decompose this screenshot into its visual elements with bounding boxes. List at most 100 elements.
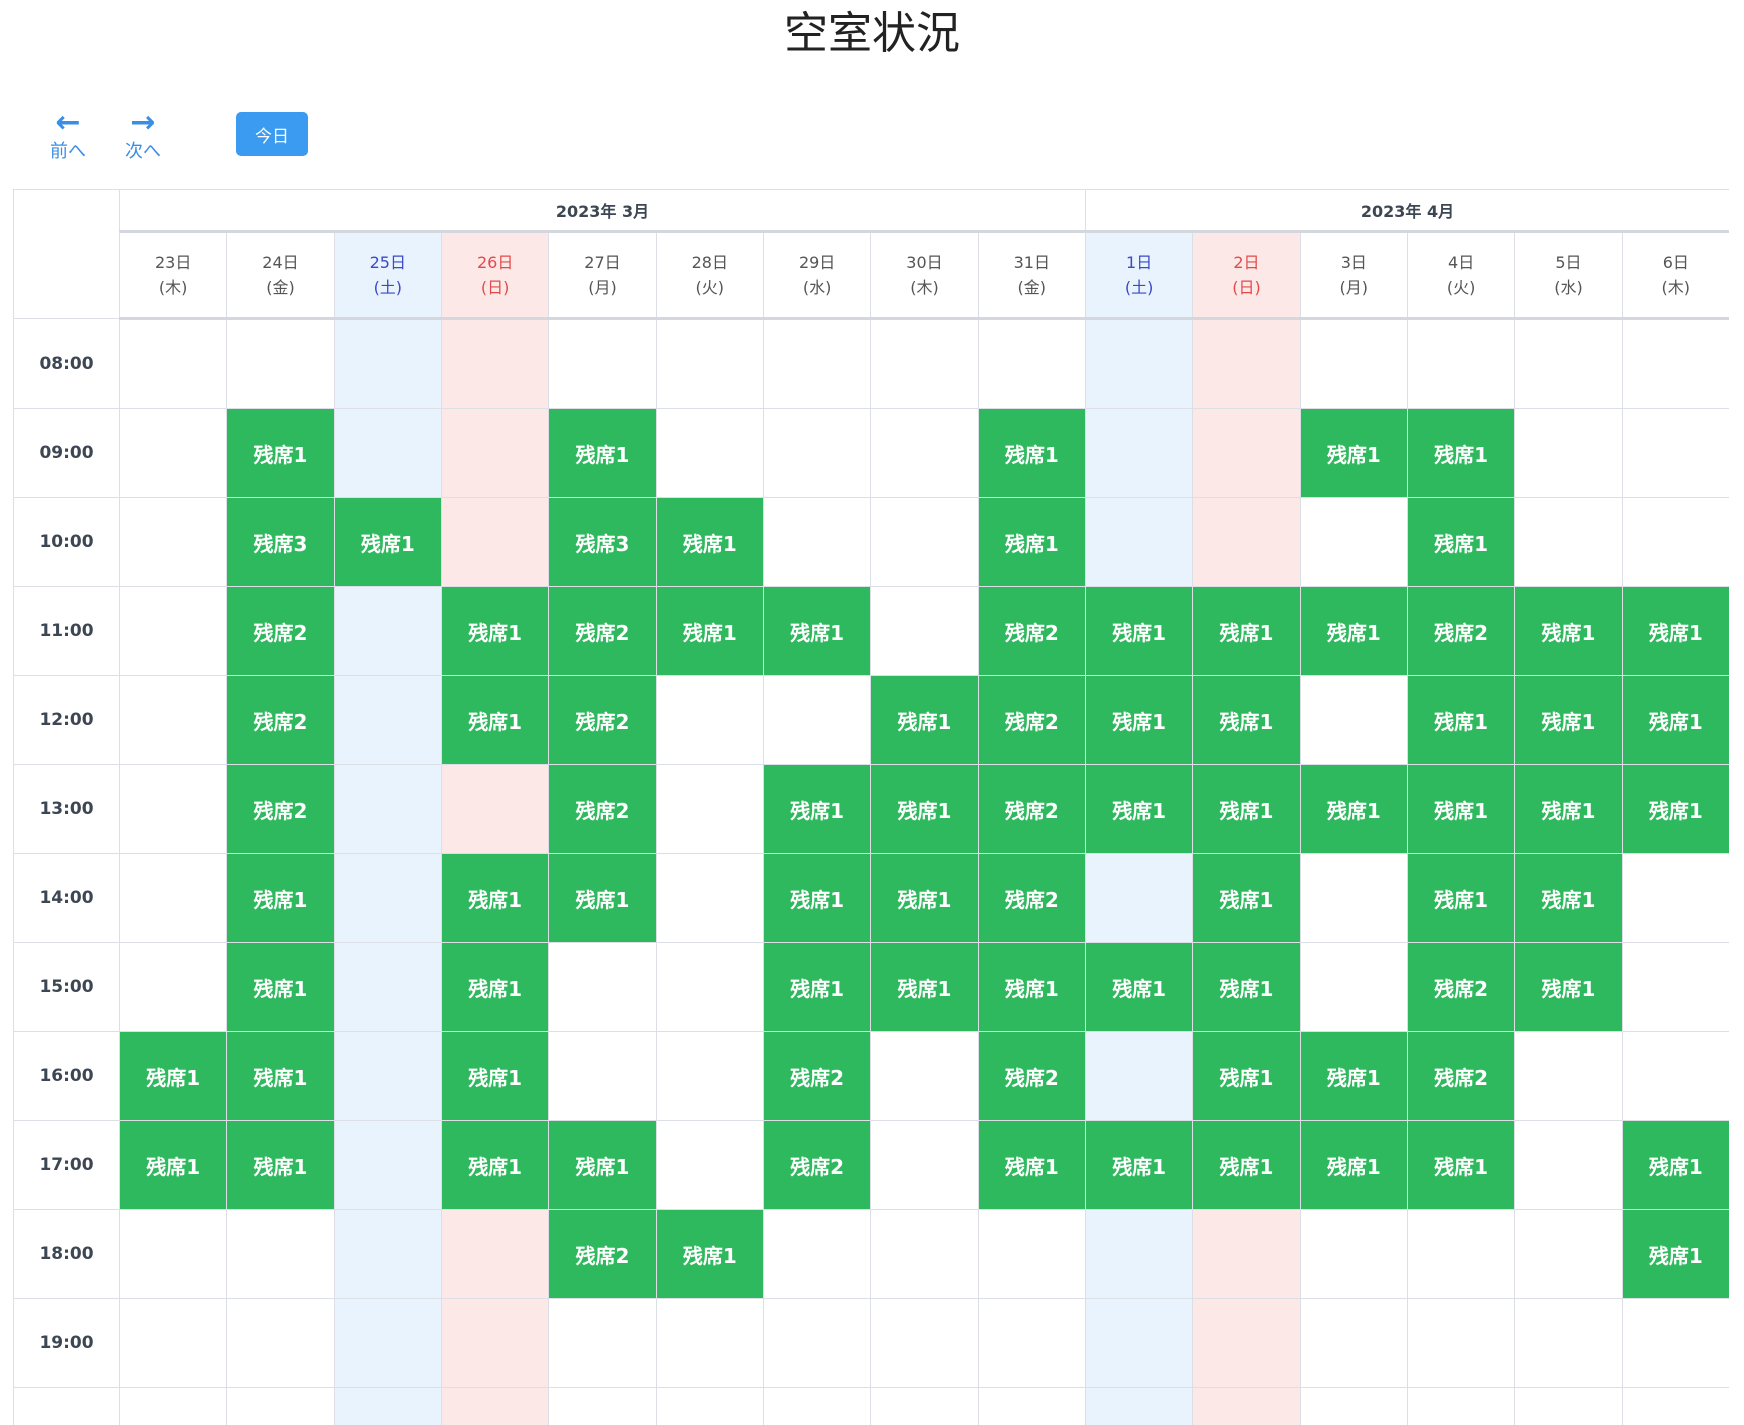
available-slot[interactable]: 残席1 xyxy=(1406,497,1516,587)
available-slot[interactable]: 残席1 xyxy=(1621,586,1729,676)
available-slot[interactable]: 残席2 xyxy=(548,764,657,854)
empty-slot xyxy=(1299,1387,1408,1425)
available-slot[interactable]: 残席1 xyxy=(226,1120,335,1210)
available-slot[interactable]: 残席1 xyxy=(548,853,657,943)
available-slot[interactable]: 残席1 xyxy=(1192,1120,1301,1210)
available-slot[interactable]: 残席1 xyxy=(762,942,872,1032)
available-slot[interactable]: 残席1 xyxy=(118,1031,228,1121)
available-slot[interactable]: 残席1 xyxy=(1514,764,1623,854)
available-slot[interactable]: 残席1 xyxy=(1621,764,1729,854)
empty-slot xyxy=(655,1298,764,1388)
available-slot[interactable]: 残席1 xyxy=(1192,586,1301,676)
available-slot[interactable]: 残席1 xyxy=(226,853,335,943)
time-row xyxy=(13,1387,1729,1425)
available-slot[interactable]: 残席2 xyxy=(548,675,657,765)
empty-slot xyxy=(440,764,550,854)
available-slot[interactable]: 残席1 xyxy=(977,942,1086,1032)
available-slot[interactable]: 残席3 xyxy=(548,497,657,587)
available-slot[interactable]: 残席1 xyxy=(1192,675,1301,765)
available-slot[interactable]: 残席1 xyxy=(1299,1120,1408,1210)
time-label: 09:00 xyxy=(13,408,120,498)
available-slot[interactable]: 残席1 xyxy=(1406,675,1516,765)
available-slot[interactable]: 残席2 xyxy=(1406,586,1516,676)
available-slot[interactable]: 残席1 xyxy=(226,408,335,498)
available-slot[interactable]: 残席1 xyxy=(1514,853,1623,943)
available-slot[interactable]: 残席1 xyxy=(440,1120,550,1210)
available-slot[interactable]: 残席1 xyxy=(1299,408,1408,498)
available-slot[interactable]: 残席1 xyxy=(226,1031,335,1121)
available-slot[interactable]: 残席2 xyxy=(977,675,1086,765)
available-slot[interactable]: 残席1 xyxy=(1406,1120,1516,1210)
prev-button[interactable]: ← 前へ xyxy=(40,108,96,164)
available-slot[interactable]: 残席1 xyxy=(1621,1120,1729,1210)
available-slot[interactable]: 残席1 xyxy=(870,675,979,765)
available-slot[interactable]: 残席1 xyxy=(548,408,657,498)
available-slot[interactable]: 残席2 xyxy=(226,586,335,676)
available-slot[interactable]: 残席1 xyxy=(226,942,335,1032)
available-slot[interactable]: 残席1 xyxy=(1084,675,1194,765)
available-slot[interactable]: 残席1 xyxy=(1621,1209,1729,1299)
available-slot[interactable]: 残席1 xyxy=(762,853,872,943)
available-slot[interactable]: 残席1 xyxy=(762,764,872,854)
available-slot[interactable]: 残席1 xyxy=(1192,853,1301,943)
available-slot[interactable]: 残席1 xyxy=(440,853,550,943)
available-slot[interactable]: 残席1 xyxy=(1084,764,1194,854)
available-slot[interactable]: 残席1 xyxy=(1299,586,1408,676)
available-slot[interactable]: 残席1 xyxy=(1299,764,1408,854)
available-slot[interactable]: 残席2 xyxy=(226,764,335,854)
empty-slot xyxy=(1514,1298,1623,1388)
available-slot[interactable]: 残席2 xyxy=(977,764,1086,854)
available-slot[interactable]: 残席1 xyxy=(977,497,1086,587)
available-slot[interactable]: 残席1 xyxy=(440,942,550,1032)
available-slot[interactable]: 残席1 xyxy=(870,853,979,943)
available-slot[interactable]: 残席2 xyxy=(226,675,335,765)
empty-slot xyxy=(762,1298,872,1388)
available-slot[interactable]: 残席1 xyxy=(118,1120,228,1210)
available-slot[interactable]: 残席2 xyxy=(977,853,1086,943)
available-slot[interactable]: 残席1 xyxy=(1299,1031,1408,1121)
today-button[interactable]: 今日 xyxy=(236,112,308,156)
available-slot[interactable]: 残席2 xyxy=(762,1120,872,1210)
day-number: 2日 xyxy=(1233,253,1260,272)
available-slot[interactable]: 残席1 xyxy=(1514,942,1623,1032)
day-number: 3日 xyxy=(1340,253,1367,272)
available-slot[interactable]: 残席1 xyxy=(1084,1120,1194,1210)
available-slot[interactable]: 残席2 xyxy=(548,1209,657,1299)
available-slot[interactable]: 残席1 xyxy=(1084,586,1194,676)
available-slot[interactable]: 残席2 xyxy=(762,1031,872,1121)
available-slot[interactable]: 残席1 xyxy=(548,1120,657,1210)
available-slot[interactable]: 残席1 xyxy=(1084,942,1194,1032)
available-slot[interactable]: 残席1 xyxy=(440,675,550,765)
empty-slot xyxy=(870,408,979,498)
available-slot[interactable]: 残席1 xyxy=(655,1209,764,1299)
available-slot[interactable]: 残席1 xyxy=(440,1031,550,1121)
available-slot[interactable]: 残席1 xyxy=(1514,675,1623,765)
next-button[interactable]: → 次へ xyxy=(115,108,171,164)
available-slot[interactable]: 残席1 xyxy=(1192,942,1301,1032)
available-slot[interactable]: 残席2 xyxy=(1406,1031,1516,1121)
empty-slot xyxy=(655,675,764,765)
available-slot[interactable]: 残席2 xyxy=(548,586,657,676)
available-slot[interactable]: 残席2 xyxy=(977,1031,1086,1121)
available-slot[interactable]: 残席1 xyxy=(1621,675,1729,765)
available-slot[interactable]: 残席1 xyxy=(1514,586,1623,676)
available-slot[interactable]: 残席1 xyxy=(1406,853,1516,943)
available-slot[interactable]: 残席1 xyxy=(655,586,764,676)
available-slot[interactable]: 残席1 xyxy=(1406,408,1516,498)
available-slot[interactable]: 残席1 xyxy=(655,497,764,587)
time-row: 09:00 残席1 残席1 残席1 残席1 残席1 xyxy=(13,408,1729,498)
available-slot[interactable]: 残席1 xyxy=(1192,1031,1301,1121)
available-slot[interactable]: 残席1 xyxy=(977,408,1086,498)
available-slot[interactable]: 残席1 xyxy=(440,586,550,676)
available-slot[interactable]: 残席1 xyxy=(870,942,979,1032)
available-slot[interactable]: 残席1 xyxy=(977,1120,1086,1210)
available-slot[interactable]: 残席1 xyxy=(1192,764,1301,854)
available-slot[interactable]: 残席1 xyxy=(333,497,442,587)
available-slot[interactable]: 残席2 xyxy=(977,586,1086,676)
available-slot[interactable]: 残席1 xyxy=(870,764,979,854)
available-slot[interactable]: 残席3 xyxy=(226,497,335,587)
empty-slot xyxy=(1192,408,1301,498)
available-slot[interactable]: 残席1 xyxy=(762,586,872,676)
available-slot[interactable]: 残席2 xyxy=(1406,942,1516,1032)
available-slot[interactable]: 残席1 xyxy=(1406,764,1516,854)
